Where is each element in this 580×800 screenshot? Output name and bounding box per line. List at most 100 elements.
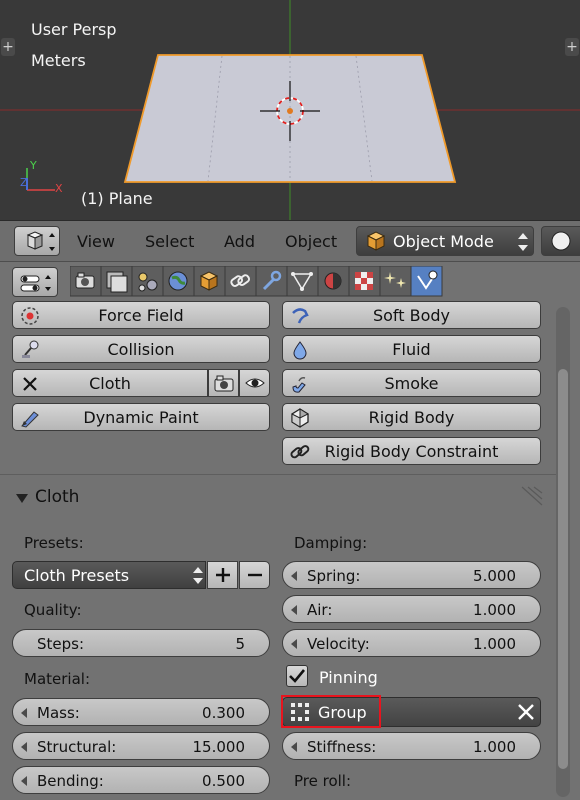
decrement-arrow-icon[interactable]	[291, 571, 297, 581]
checkmark-icon	[289, 669, 306, 683]
steps-label: Steps:	[37, 635, 85, 653]
properties-expand-icon[interactable]: +	[565, 38, 579, 56]
bending-value: 0.500	[202, 772, 245, 790]
cloth-label: Cloth	[89, 373, 131, 393]
rigid-body-icon	[291, 408, 310, 428]
decrement-arrow-icon[interactable]	[291, 742, 297, 752]
decrement-arrow-icon[interactable]	[21, 776, 27, 786]
clear-x-icon[interactable]	[515, 701, 537, 723]
view-name-label: User Persp	[31, 20, 117, 39]
water-drop-icon	[293, 341, 307, 360]
close-x-icon	[23, 377, 37, 391]
svg-text:Z: Z	[20, 176, 28, 189]
fluid-button[interactable]: Fluid	[282, 335, 541, 363]
drag-handle-icon[interactable]	[518, 485, 544, 509]
presets-label: Presets:	[24, 534, 84, 552]
cloth-presets-dropdown[interactable]: Cloth Presets	[12, 561, 206, 589]
force-field-icon	[21, 307, 39, 325]
mass-field[interactable]: Mass: 0.300	[12, 698, 270, 726]
collision-button[interactable]: Collision	[12, 335, 270, 363]
properties-editor-icon	[20, 275, 51, 292]
bending-field[interactable]: Bending: 0.500	[12, 766, 270, 794]
steps-value: 5	[235, 635, 245, 653]
mass-label: Mass:	[37, 704, 80, 722]
menu-view[interactable]: View	[77, 232, 115, 251]
paintbrush-icon	[21, 411, 39, 428]
soft-body-label: Soft Body	[372, 305, 451, 325]
plus-icon	[215, 568, 230, 582]
mass-value: 0.300	[202, 704, 245, 722]
dropdown-arrows-icon	[193, 567, 203, 584]
cloth-remove-button[interactable]: Cloth	[12, 369, 208, 397]
rigid-body-constraint-button[interactable]: Rigid Body Constraint	[282, 437, 541, 465]
dynamic-paint-button[interactable]: Dynamic Paint	[12, 403, 270, 431]
texture-tab-icon	[348, 266, 381, 297]
cloth-panel-header[interactable]: Cloth	[0, 475, 556, 523]
data-tab-icon	[286, 266, 319, 297]
spring-label: Spring:	[307, 567, 361, 585]
solid-sphere-icon	[551, 231, 571, 251]
spring-field[interactable]: Spring: 5.000	[282, 561, 541, 589]
spring-value: 5.000	[473, 567, 516, 585]
pinning-checkbox[interactable]	[286, 665, 308, 687]
editor-type-properties-button[interactable]	[12, 267, 58, 297]
smoke-label: Smoke	[384, 373, 439, 393]
properties-editor: Force Field Collision Cloth Dynamic Pain…	[0, 262, 580, 800]
add-preset-button[interactable]	[207, 561, 238, 589]
decrement-arrow-icon[interactable]	[291, 639, 297, 649]
menu-select[interactable]: Select	[145, 232, 194, 251]
steps-field[interactable]: Steps: 5	[12, 629, 270, 657]
force-field-label: Force Field	[98, 305, 184, 325]
structural-label: Structural:	[37, 738, 117, 756]
velocity-field[interactable]: Velocity: 1.000	[282, 629, 541, 657]
svg-text:Y: Y	[29, 159, 37, 172]
structural-field[interactable]: Structural: 15.000	[12, 732, 270, 760]
viewport-shading-button[interactable]	[541, 226, 580, 256]
soft-body-icon	[292, 308, 309, 324]
smoke-button[interactable]: Smoke	[282, 369, 541, 397]
particles-tab-icon	[379, 266, 412, 297]
3d-viewport[interactable]: Y X Z User Persp Meters (1) Plane + +	[0, 0, 580, 220]
toolshelf-expand-icon[interactable]: +	[1, 38, 15, 56]
stiffness-field[interactable]: Stiffness: 1.000	[282, 732, 541, 760]
object-tab-icon	[193, 266, 226, 297]
soft-body-button[interactable]: Soft Body	[282, 301, 541, 329]
decrement-arrow-icon[interactable]	[21, 708, 27, 718]
render-tab-icon	[70, 266, 102, 297]
svg-text:X: X	[55, 182, 63, 195]
editor-type-button[interactable]	[14, 226, 60, 256]
highlight-box	[281, 695, 381, 728]
cloth-viewport-toggle[interactable]	[239, 369, 270, 397]
air-field[interactable]: Air: 1.000	[282, 595, 541, 623]
damping-label: Damping:	[294, 534, 368, 552]
stiffness-label: Stiffness:	[307, 738, 377, 756]
cloth-render-toggle[interactable]	[208, 369, 239, 397]
rigid-body-button[interactable]: Rigid Body	[282, 403, 541, 431]
bending-label: Bending:	[37, 772, 104, 790]
mode-selector[interactable]: Object Mode	[356, 226, 534, 256]
physics-tab-icon	[410, 266, 443, 297]
constraints-tab-icon	[224, 266, 257, 297]
preroll-label: Pre roll:	[294, 772, 352, 790]
force-field-button[interactable]: Force Field	[12, 301, 270, 329]
properties-scrollbar[interactable]	[556, 307, 570, 797]
material-tab-icon	[317, 266, 350, 297]
axis-gizmo-icon: Y X Z	[20, 159, 63, 195]
smoke-pipe-icon	[292, 377, 306, 393]
object-mode-icon	[366, 231, 386, 251]
menu-add[interactable]: Add	[224, 232, 255, 251]
air-label: Air:	[307, 601, 333, 619]
remove-preset-button[interactable]	[239, 561, 270, 589]
menu-object[interactable]: Object	[285, 232, 337, 251]
material-label: Material:	[24, 670, 90, 688]
render-layers-tab-icon	[100, 266, 133, 297]
scrollbar-thumb[interactable]	[558, 369, 568, 769]
decrement-arrow-icon[interactable]	[291, 605, 297, 615]
world-tab-icon	[162, 266, 195, 297]
quality-label: Quality:	[24, 601, 82, 619]
camera-icon	[214, 375, 233, 392]
chain-link-icon	[290, 445, 310, 459]
rigid-body-label: Rigid Body	[368, 407, 455, 427]
minus-icon	[247, 573, 262, 577]
decrement-arrow-icon[interactable]	[21, 742, 27, 752]
